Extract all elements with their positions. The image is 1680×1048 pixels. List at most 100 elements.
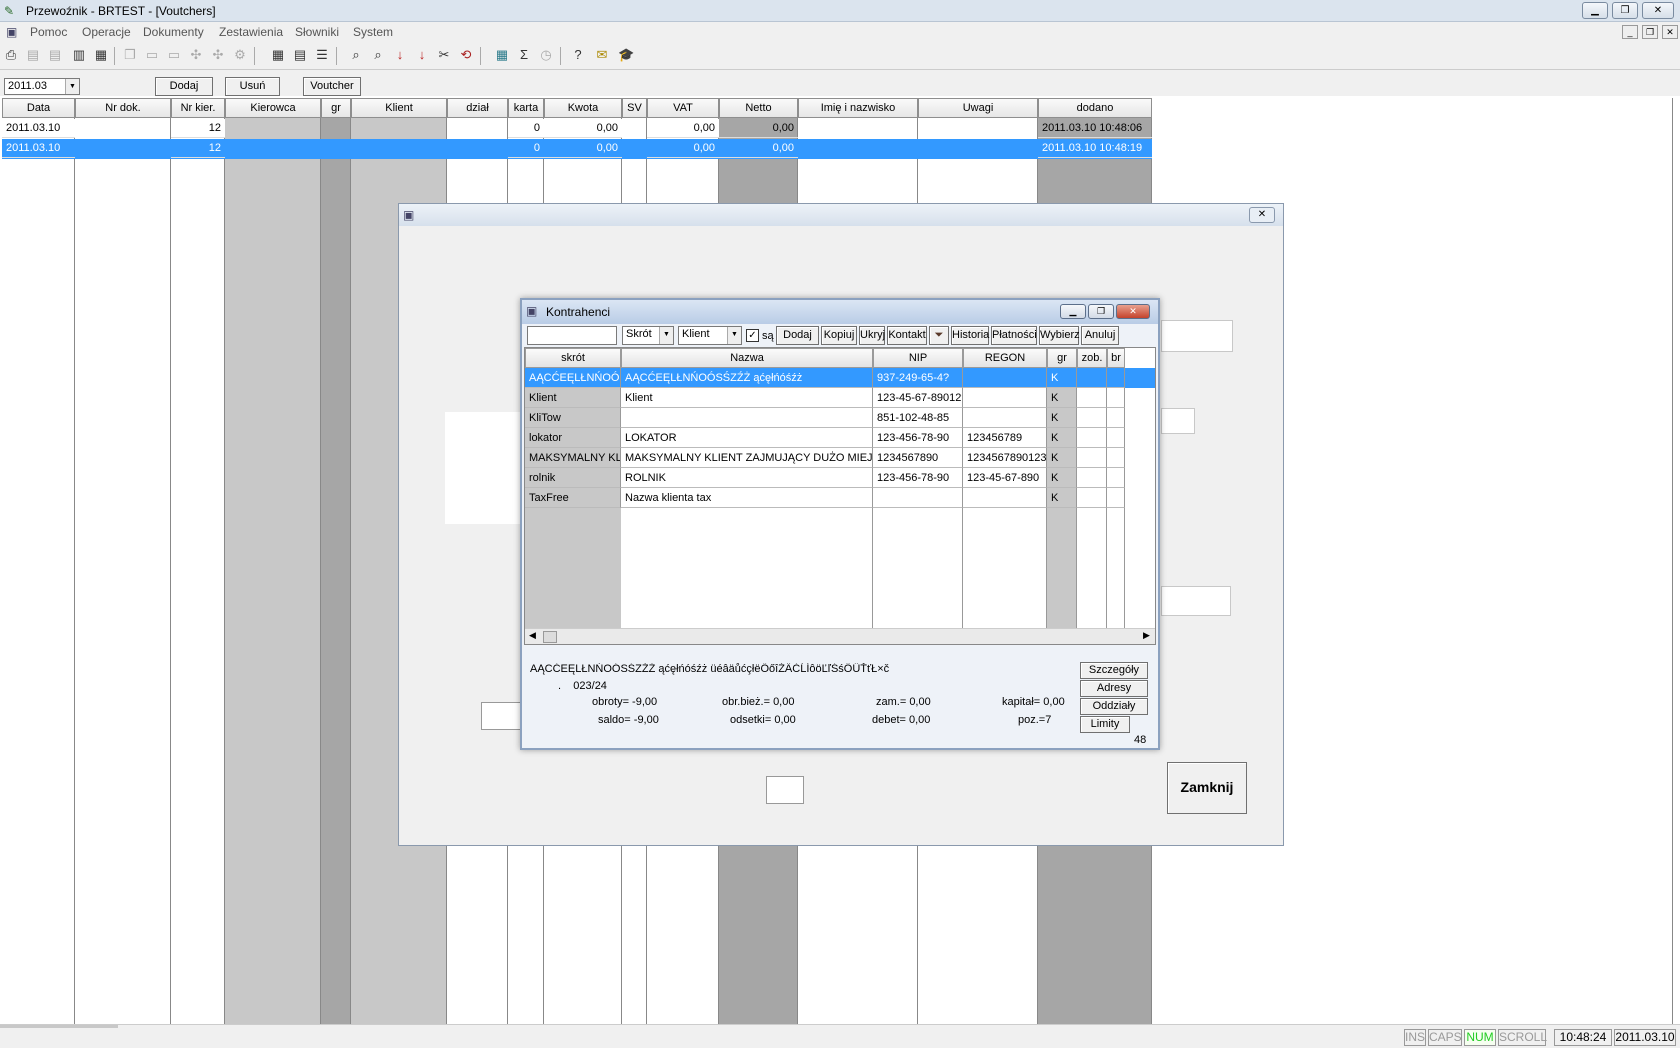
funnel-icon[interactable]: ⏷ <box>929 326 949 345</box>
dialog-field[interactable] <box>1161 320 1233 352</box>
table-row-selected[interactable]: 2011.03.10 12 0 0,00 0,00 0,00 2011.03.1… <box>2 139 1152 159</box>
kontrahenci-grid[interactable]: skrót Nazwa NIP REGON gr zob. br AĄCĆEĘL… <box>524 347 1156 645</box>
mdi-restore-button[interactable]: ❐ <box>1642 25 1658 39</box>
minimize-button[interactable]: ▁ <box>1582 2 1608 19</box>
scroll-thumb[interactable] <box>543 631 557 643</box>
kontrahenci-add-button[interactable]: Dodaj <box>776 326 819 345</box>
details-button[interactable]: Szczegóły <box>1080 662 1148 679</box>
header-vat[interactable]: VAT <box>647 98 719 118</box>
sa-checkbox[interactable]: ✓ <box>746 329 759 342</box>
list-item[interactable]: Klient Klient 123-45-67-89012? K <box>525 388 1155 408</box>
header-dzial[interactable]: dział <box>447 98 508 118</box>
header-zob[interactable]: zob. <box>1077 348 1107 368</box>
sort-asc-icon[interactable]: ↓ <box>392 47 408 63</box>
header-sv[interactable]: SV <box>622 98 647 118</box>
list-item[interactable]: TaxFree Nazwa klienta tax K <box>525 488 1155 508</box>
kontrahenci-payments-button[interactable]: Płatności <box>991 326 1037 345</box>
print-setup-icon[interactable]: ▤ <box>47 47 63 63</box>
open-folder-icon[interactable]: ▭ <box>144 47 160 63</box>
search-input[interactable] <box>527 326 617 345</box>
dialog-field[interactable] <box>1161 408 1195 434</box>
header-regon[interactable]: REGON <box>963 348 1047 368</box>
list-item[interactable]: rolnik ROLNIK 123-456-78-90 123-45-67-89… <box>525 468 1155 488</box>
find-replace-icon[interactable]: ⌕ <box>370 47 386 63</box>
header-uwagi[interactable]: Uwagi <box>918 98 1038 118</box>
kontrahenci-select-button[interactable]: Wybierz <box>1039 326 1080 345</box>
menu-dokumenty[interactable]: Dokumenty <box>143 25 204 39</box>
kontrahenci-cancel-button[interactable]: Anuluj <box>1081 326 1119 345</box>
header-nip[interactable]: NIP <box>873 348 963 368</box>
branches-button[interactable]: Oddziały <box>1080 698 1148 715</box>
graduation-icon[interactable]: 🎓 <box>618 47 634 63</box>
list-item[interactable]: lokator LOKATOR 123-456-78-90 123456789 … <box>525 428 1155 448</box>
menu-system[interactable]: System <box>353 25 393 39</box>
header-nazwa[interactable]: Nazwa <box>621 348 873 368</box>
header-klient[interactable]: Klient <box>351 98 447 118</box>
header-nr-kier[interactable]: Nr kier. <box>171 98 225 118</box>
header-data[interactable]: Data <box>2 98 75 118</box>
kontrahenci-hide-button[interactable]: Ukryj <box>859 326 885 345</box>
chart-icon[interactable]: ▥ <box>71 47 87 63</box>
kontrahenci-history-button[interactable]: Historia <box>951 326 989 345</box>
refresh-icon[interactable]: ⟲ <box>458 47 474 63</box>
header-kwota[interactable]: Kwota <box>544 98 622 118</box>
list-item[interactable]: KliTow 851-102-48-85 K <box>525 408 1155 428</box>
clock-icon[interactable]: ◷ <box>538 47 554 63</box>
period-select[interactable]: 2011.03 ▼ <box>4 78 80 95</box>
header-netto[interactable]: Netto <box>719 98 798 118</box>
calculator-icon[interactable]: ▦ <box>93 47 109 63</box>
restore-button[interactable]: ❐ <box>1612 2 1638 19</box>
list-icon[interactable]: ☰ <box>314 47 330 63</box>
list-item-selected[interactable]: AĄCĆEĘLŁNŃOÓS AĄCĆEĘLŁNŃOÓSŚZŹŻ ąćęłńóśź… <box>525 368 1155 388</box>
menu-operacje[interactable]: Operacje <box>82 25 131 39</box>
header-dodano[interactable]: dodano <box>1038 98 1152 118</box>
scroll-left-icon[interactable]: ◀ <box>529 630 536 641</box>
sort-desc-icon[interactable]: ↓ <box>414 47 430 63</box>
chevron-down-icon[interactable]: ▼ <box>65 79 79 94</box>
dialog-field[interactable] <box>1161 586 1231 616</box>
printer-icon[interactable]: ⎙ <box>3 47 19 63</box>
scroll-right-icon[interactable]: ▶ <box>1143 630 1150 641</box>
mdi-minimize-button[interactable]: _ <box>1622 25 1638 39</box>
mail-icon[interactable]: ✉ <box>594 47 610 63</box>
kontrahenci-close-button[interactable]: ✕ <box>1116 304 1150 319</box>
type-select[interactable]: Klient ▼ <box>678 326 742 345</box>
print-preview-icon[interactable]: ▤ <box>25 47 41 63</box>
add-button[interactable]: Dodaj <box>155 77 213 96</box>
list-item[interactable]: MAKSYMALNY KLI MAKSYMALNY KLIENT ZAJMUJĄ… <box>525 448 1155 468</box>
remove-button[interactable]: Usuń <box>225 77 280 96</box>
chevron-down-icon[interactable]: ▼ <box>727 327 741 344</box>
header-karta[interactable]: karta <box>508 98 544 118</box>
voucher-button[interactable]: Voutcher <box>303 77 361 96</box>
header-skrot[interactable]: skrót <box>525 348 621 368</box>
header-gr[interactable]: gr <box>1047 348 1077 368</box>
search-icon[interactable]: ⌕ <box>348 47 364 63</box>
limits-button[interactable]: Limity <box>1080 716 1130 733</box>
copy-icon[interactable]: ❐ <box>122 47 138 63</box>
link-icon[interactable]: ⚙ <box>232 47 248 63</box>
header-nr-dok[interactable]: Nr dok. <box>75 98 171 118</box>
dialog-field[interactable] <box>481 702 521 730</box>
header-kierowca[interactable]: Kierowca <box>225 98 321 118</box>
help-icon[interactable]: ? <box>570 47 586 63</box>
tools-icon[interactable]: ✣ <box>188 47 204 63</box>
menu-pomoc[interactable]: Pomoc <box>30 25 67 39</box>
calc-icon[interactable]: ▦ <box>494 47 510 63</box>
close-button[interactable]: ✕ <box>1642 2 1674 19</box>
zamknij-button[interactable]: Zamknij <box>1167 762 1247 814</box>
header-br[interactable]: br <box>1107 348 1125 368</box>
header-gr[interactable]: gr <box>321 98 351 118</box>
chevron-down-icon[interactable]: ▼ <box>659 327 673 344</box>
grid-icon[interactable]: ▦ <box>270 47 286 63</box>
table-icon[interactable]: ▤ <box>292 47 308 63</box>
kontrahenci-contact-button[interactable]: Kontakt <box>887 326 927 345</box>
horizontal-scrollbar[interactable]: ◀ ▶ <box>525 628 1155 644</box>
cut-icon[interactable]: ✂ <box>436 47 452 63</box>
table-row[interactable]: 2011.03.10 12 0 0,00 0,00 0,00 2011.03.1… <box>2 119 1152 139</box>
mdi-close-button[interactable]: ✕ <box>1662 25 1678 39</box>
kontrahenci-copy-button[interactable]: Kopiuj <box>821 326 857 345</box>
header-imie[interactable]: Imię i nazwisko <box>798 98 918 118</box>
sum-icon[interactable]: Σ <box>516 47 532 63</box>
search-field-select[interactable]: Skrót ▼ <box>622 326 674 345</box>
dialog-close-button[interactable]: ✕ <box>1249 207 1275 223</box>
